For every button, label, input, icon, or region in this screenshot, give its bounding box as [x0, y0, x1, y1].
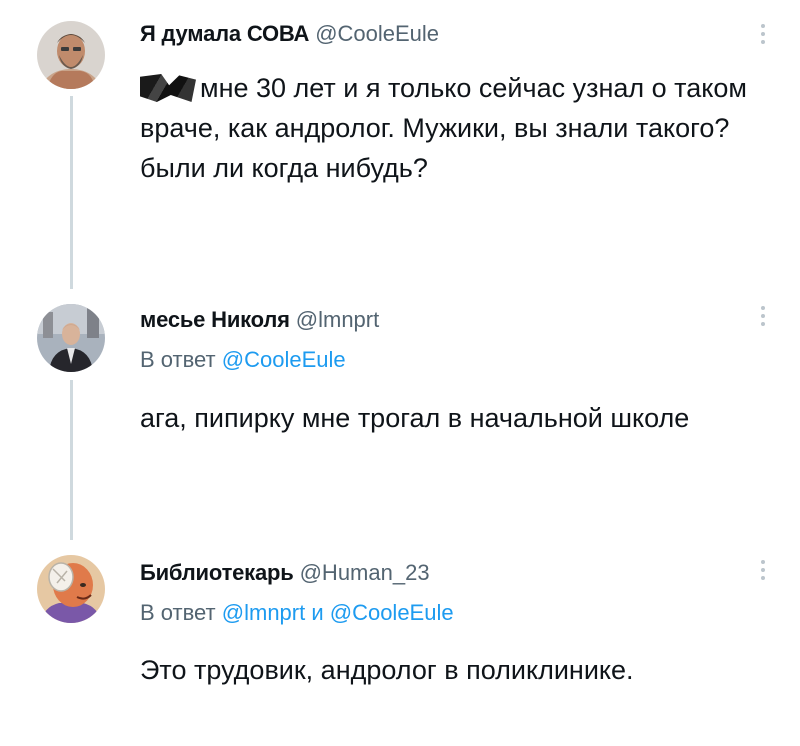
- tweet-thread: Я думала СОВА @CooleEule мне 30 лет и я т…: [0, 0, 800, 746]
- author-name[interactable]: месье Николя: [140, 307, 290, 332]
- man-in-suit-avatar-icon: [37, 304, 105, 372]
- thread-connector-line: [70, 380, 73, 540]
- more-options-icon[interactable]: [756, 24, 770, 48]
- more-options-icon[interactable]: [756, 306, 770, 330]
- author-avatar-3[interactable]: [37, 555, 105, 623]
- tweet-header: Библиотекарь @Human_23: [140, 559, 430, 587]
- reply-to-line: В ответ @CooleEule: [140, 346, 346, 374]
- author-name[interactable]: Библиотекарь: [140, 560, 294, 585]
- author-avatar-1[interactable]: [37, 21, 105, 89]
- tweet-text-content: мне 30 лет и я только сейчас узнал о так…: [140, 73, 747, 183]
- reply-prefix: В ответ: [140, 600, 216, 625]
- redaction-mark: [140, 74, 196, 102]
- cartoon-character-avatar-icon: [37, 555, 105, 623]
- reply-mention-link[interactable]: @lmnprt и @CooleEule: [222, 600, 454, 625]
- reply-mention-link[interactable]: @CooleEule: [222, 347, 346, 372]
- tweet-text: мне 30 лет и я только сейчас узнал о так…: [140, 68, 780, 188]
- tweet-header: Я думала СОВА @CooleEule: [140, 20, 439, 48]
- author-handle[interactable]: @lmnprt: [296, 307, 379, 332]
- reply-to-line: В ответ @lmnprt и @CooleEule: [140, 599, 454, 627]
- tweet-text: ага, пипирку мне трогал в начальной школ…: [140, 403, 690, 433]
- tweet-text: Это трудовик, андролог в поликлинике.: [140, 655, 634, 685]
- author-avatar-2[interactable]: [37, 304, 105, 372]
- author-handle[interactable]: @CooleEule: [315, 21, 439, 46]
- more-options-icon[interactable]: [756, 560, 770, 584]
- thread-connector-line: [70, 96, 73, 289]
- author-name[interactable]: Я думала СОВА: [140, 21, 309, 46]
- author-handle[interactable]: @Human_23: [300, 560, 430, 585]
- bearded-man-avatar-icon: [37, 21, 105, 89]
- reply-prefix: В ответ: [140, 347, 216, 372]
- tweet-header: месье Николя @lmnprt: [140, 306, 379, 334]
